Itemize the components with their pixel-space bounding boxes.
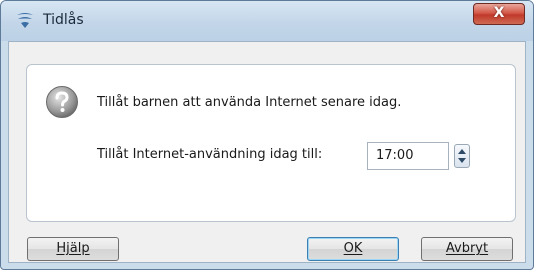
cancel-button-label: Avbryt [445,241,489,256]
close-button[interactable]: X [473,3,525,25]
help-button-label: Hjälp [56,241,90,256]
app-shield-icon [17,13,33,28]
dialog-body: Tillåt barnen att använda Internet senar… [8,41,526,263]
help-button[interactable]: Hjälp [27,237,119,261]
title-bar[interactable]: Tidlås X [1,1,533,41]
close-icon: X [493,5,505,21]
spin-down-icon[interactable] [458,158,466,163]
ok-button-label: OK [343,241,363,256]
time-spinner[interactable] [454,144,470,168]
dialog-window: Tidlås X Tillåt barnen att använda Inter… [0,0,534,270]
question-icon [46,86,78,118]
ok-button[interactable]: OK [307,237,399,261]
cancel-button[interactable]: Avbryt [421,237,513,261]
content-panel: Tillåt barnen att använda Internet senar… [26,64,516,222]
question-text: Tillåt barnen att använda Internet senar… [97,95,402,110]
spin-up-icon[interactable] [458,149,466,154]
time-label: Tillåt Internet-användning idag till: [97,147,323,162]
time-field[interactable]: 17:00 [367,142,449,170]
window-title: Tidlås [43,12,84,28]
